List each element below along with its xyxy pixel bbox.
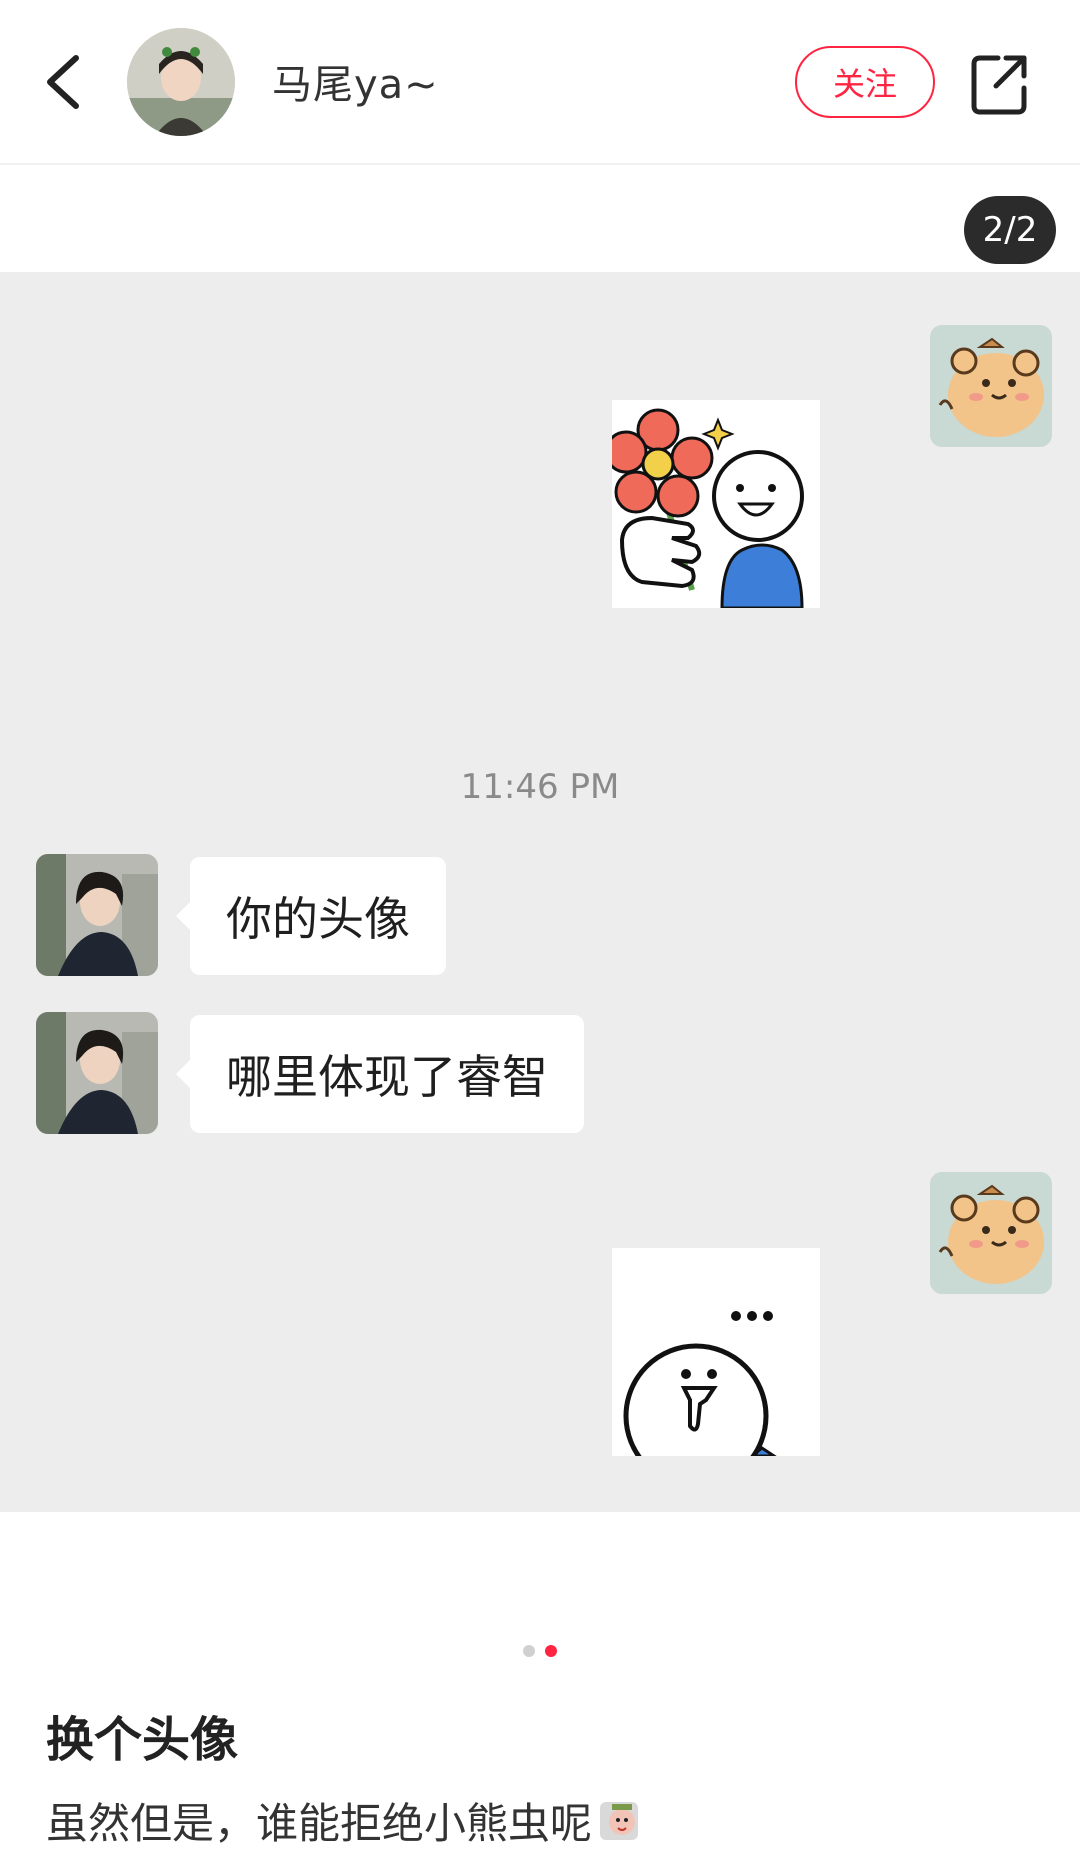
avatar-girl-image (127, 28, 235, 136)
post-description: 虽然但是，谁能拒绝小熊虫呢 (46, 1790, 642, 1851)
share-external-icon (971, 55, 1027, 115)
my-avatar-bear (930, 325, 1052, 447)
back-button[interactable] (36, 40, 96, 120)
carousel-dot[interactable] (523, 1645, 535, 1657)
post-image[interactable]: 2/2 11:46 PM 你的头像 哪里体现了睿智 (0, 167, 1080, 1512)
message-bubble[interactable]: 哪里体现了睿智 (176, 1015, 584, 1133)
carousel-dot-active[interactable] (545, 1645, 557, 1657)
post-title: 换个头像 (46, 1712, 239, 1768)
share-button[interactable] (968, 48, 1032, 118)
sticker-flower[interactable] (612, 400, 820, 608)
chevron-left-icon (47, 55, 79, 109)
emoji-sticker-icon (596, 1798, 642, 1844)
chat-timestamp: 11:46 PM (460, 767, 620, 807)
chat-screenshot: 11:46 PM 你的头像 哪里体现了睿智 (0, 272, 1080, 1512)
other-avatar (36, 854, 158, 976)
author-name[interactable]: 马尾ya~ (272, 52, 439, 110)
sticker-drool[interactable] (612, 1248, 820, 1456)
author-avatar[interactable] (127, 28, 235, 136)
follow-button[interactable]: 关注 (795, 46, 935, 118)
my-avatar-bear (930, 1172, 1052, 1294)
post-description-text: 虽然但是，谁能拒绝小熊虫呢 (46, 1799, 593, 1848)
other-avatar (36, 1012, 158, 1134)
page-indicator: 2/2 (964, 196, 1056, 264)
carousel-dots (0, 1645, 1080, 1661)
post-header: 马尾ya~ 关注 (0, 0, 1080, 165)
message-bubble[interactable]: 你的头像 (176, 857, 446, 975)
